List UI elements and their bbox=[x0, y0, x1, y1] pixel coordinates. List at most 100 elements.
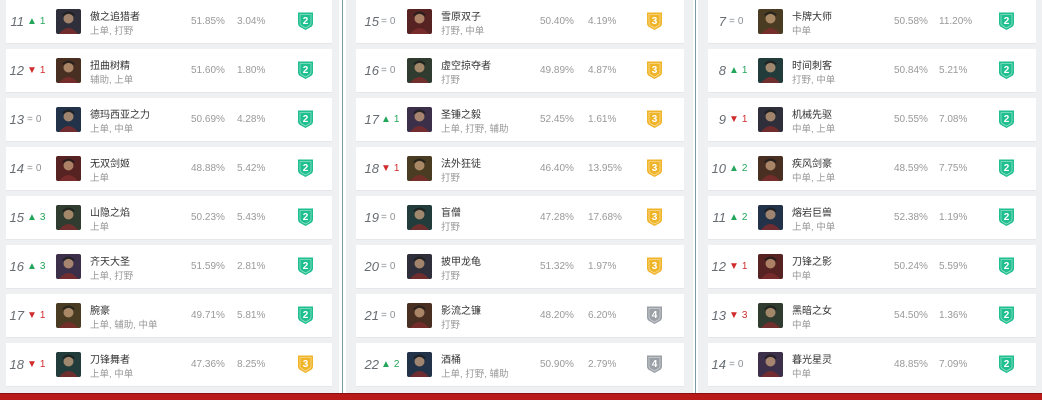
win-rate: 48.20% bbox=[540, 310, 574, 321]
champion-portrait-icon[interactable] bbox=[758, 352, 783, 377]
champion-row[interactable]: 16 ▲ 3 齐天大圣 上单, 打野 51.59% 2.81% 2 bbox=[6, 245, 332, 289]
champion-row[interactable]: 17 ▲ 1 圣锤之毅 上单, 打野, 辅助 52.45% 1.61% 3 bbox=[356, 98, 684, 142]
champion-name[interactable]: 暮光星灵 bbox=[792, 351, 832, 366]
champion-portrait-icon[interactable] bbox=[407, 205, 432, 230]
champion-row[interactable]: 15 = 0 雪原双子 打野, 中单 50.40% 4.19% 3 bbox=[356, 0, 684, 44]
champion-portrait-icon[interactable] bbox=[758, 303, 783, 328]
pick-rate: 5.81% bbox=[237, 310, 266, 321]
champion-portrait-icon[interactable] bbox=[407, 9, 432, 34]
champion-row[interactable]: 11 ▲ 2 熔岩巨兽 上单, 中单 52.38% 1.19% 2 bbox=[708, 196, 1036, 240]
rank-change-indicator: = 0 bbox=[27, 163, 41, 175]
pick-rate: 1.36% bbox=[939, 310, 968, 321]
champion-portrait-icon[interactable] bbox=[758, 205, 783, 230]
champion-portrait-icon[interactable] bbox=[758, 58, 783, 83]
champion-row[interactable]: 22 ▲ 2 酒桶 上单, 打野, 辅助 50.90% 2.79% 4 bbox=[356, 343, 684, 387]
rank-change-indicator: ▼ 1 bbox=[729, 261, 747, 273]
champion-name[interactable]: 法外狂徒 bbox=[441, 155, 481, 170]
champion-row[interactable]: 12 ▼ 1 刀锋之影 中单 50.24% 5.59% 2 bbox=[708, 245, 1036, 289]
champion-portrait-icon[interactable] bbox=[56, 58, 81, 83]
champion-row[interactable]: 16 = 0 虚空掠夺者 打野 49.89% 4.87% 3 bbox=[356, 49, 684, 93]
champion-row[interactable]: 19 = 0 盲僧 打野 47.28% 17.68% 3 bbox=[356, 196, 684, 240]
champion-name[interactable]: 无双剑姬 bbox=[90, 155, 130, 170]
champion-portrait-icon[interactable] bbox=[56, 107, 81, 132]
rank-change-indicator: ▲ 1 bbox=[27, 16, 45, 28]
champion-name[interactable]: 刀锋舞者 bbox=[90, 351, 130, 366]
champion-roles: 上单, 中单 bbox=[90, 124, 134, 135]
rank-change-indicator: = 0 bbox=[381, 212, 395, 224]
champion-row[interactable]: 7 = 0 卡牌大师 中单 50.58% 11.20% 2 bbox=[708, 0, 1036, 44]
svg-text:3: 3 bbox=[303, 359, 309, 370]
rank-number: 17 bbox=[9, 308, 24, 323]
champion-name[interactable]: 机械先驱 bbox=[792, 106, 832, 121]
tier-badge-icon: 2 bbox=[297, 158, 314, 178]
champion-name[interactable]: 酒桶 bbox=[441, 351, 461, 366]
win-rate: 50.23% bbox=[191, 212, 225, 223]
champion-portrait-icon[interactable] bbox=[758, 156, 783, 181]
arrow-down-icon: ▼ bbox=[729, 310, 739, 321]
svg-text:2: 2 bbox=[1004, 114, 1010, 125]
pick-rate: 3.04% bbox=[237, 16, 266, 27]
champion-row[interactable]: 18 ▼ 1 刀锋舞者 上单, 中单 47.36% 8.25% 3 bbox=[6, 343, 332, 387]
champion-portrait-icon[interactable] bbox=[56, 156, 81, 181]
champion-name[interactable]: 影流之镰 bbox=[441, 302, 481, 317]
champion-name[interactable]: 傲之追猎者 bbox=[90, 8, 140, 23]
champion-name[interactable]: 时间刺客 bbox=[792, 57, 832, 72]
champion-name[interactable]: 德玛西亚之力 bbox=[90, 106, 150, 121]
champion-portrait-icon[interactable] bbox=[758, 254, 783, 279]
champion-portrait-icon[interactable] bbox=[758, 107, 783, 132]
champion-row[interactable]: 12 ▼ 1 扭曲树精 辅助, 上单 51.60% 1.80% 2 bbox=[6, 49, 332, 93]
champion-name[interactable]: 圣锤之毅 bbox=[441, 106, 481, 121]
champion-portrait-icon[interactable] bbox=[56, 9, 81, 34]
win-rate: 50.24% bbox=[894, 261, 928, 272]
champion-row[interactable]: 13 = 0 德玛西亚之力 上单, 中单 50.69% 4.28% 2 bbox=[6, 98, 332, 142]
svg-text:3: 3 bbox=[652, 16, 658, 27]
champion-portrait-icon[interactable] bbox=[758, 9, 783, 34]
champion-name[interactable]: 山隐之焰 bbox=[90, 204, 130, 219]
champion-portrait-icon[interactable] bbox=[407, 107, 432, 132]
champion-name[interactable]: 熔岩巨兽 bbox=[792, 204, 832, 219]
champion-name[interactable]: 雪原双子 bbox=[441, 8, 481, 23]
champion-name[interactable]: 腕豪 bbox=[90, 302, 110, 317]
pick-rate: 1.97% bbox=[588, 261, 617, 272]
champion-roles: 打野 bbox=[441, 173, 461, 184]
champion-row[interactable]: 14 = 0 暮光星灵 中单 48.85% 7.09% 2 bbox=[708, 343, 1036, 387]
champion-row[interactable]: 15 ▲ 3 山隐之焰 上单 50.23% 5.43% 2 bbox=[6, 196, 332, 240]
champion-portrait-icon[interactable] bbox=[56, 352, 81, 377]
arrow-up-icon: ▲ bbox=[27, 212, 37, 223]
champion-roles: 中单 bbox=[792, 26, 812, 37]
champion-name[interactable]: 扭曲树精 bbox=[90, 57, 130, 72]
column-divider bbox=[695, 0, 696, 393]
champion-row[interactable]: 18 ▼ 1 法外狂徒 打野 46.40% 13.95% 3 bbox=[356, 147, 684, 191]
rank-number: 7 bbox=[718, 14, 726, 29]
champion-portrait-icon[interactable] bbox=[407, 156, 432, 181]
svg-text:2: 2 bbox=[303, 212, 309, 223]
win-rate: 54.50% bbox=[894, 310, 928, 321]
champion-portrait-icon[interactable] bbox=[407, 254, 432, 279]
champion-portrait-icon[interactable] bbox=[56, 303, 81, 328]
champion-name[interactable]: 齐天大圣 bbox=[90, 253, 130, 268]
champion-name[interactable]: 盲僧 bbox=[441, 204, 461, 219]
champion-row[interactable]: 20 = 0 披甲龙龟 打野 51.32% 1.97% 3 bbox=[356, 245, 684, 289]
champion-row[interactable]: 11 ▲ 1 傲之追猎者 上单, 打野 51.85% 3.04% 2 bbox=[6, 0, 332, 44]
champion-portrait-icon[interactable] bbox=[407, 58, 432, 83]
win-rate: 51.59% bbox=[191, 261, 225, 272]
champion-row[interactable]: 9 ▼ 1 机械先驱 中单, 上单 50.55% 7.08% 2 bbox=[708, 98, 1036, 142]
champion-name[interactable]: 虚空掠夺者 bbox=[441, 57, 491, 72]
champion-portrait-icon[interactable] bbox=[407, 352, 432, 377]
champion-row[interactable]: 13 ▼ 3 黑暗之女 中单 54.50% 1.36% 2 bbox=[708, 294, 1036, 338]
champion-name[interactable]: 披甲龙龟 bbox=[441, 253, 481, 268]
champion-portrait-icon[interactable] bbox=[56, 205, 81, 230]
champion-portrait-icon[interactable] bbox=[56, 254, 81, 279]
champion-name[interactable]: 黑暗之女 bbox=[792, 302, 832, 317]
champion-row[interactable]: 10 ▲ 2 疾风剑豪 中单, 上单 48.59% 7.75% 2 bbox=[708, 147, 1036, 191]
win-rate: 52.45% bbox=[540, 114, 574, 125]
champion-portrait-icon[interactable] bbox=[407, 303, 432, 328]
champion-row[interactable]: 21 = 0 影流之镰 打野 48.20% 6.20% 4 bbox=[356, 294, 684, 338]
champion-row[interactable]: 8 ▲ 1 时间刺客 打野, 中单 50.84% 5.21% 2 bbox=[708, 49, 1036, 93]
champion-name[interactable]: 疾风剑豪 bbox=[792, 155, 832, 170]
champion-row[interactable]: 17 ▼ 1 腕豪 上单, 辅助, 中单 49.71% 5.81% 2 bbox=[6, 294, 332, 338]
champion-name[interactable]: 卡牌大师 bbox=[792, 8, 832, 23]
pick-rate: 7.09% bbox=[939, 359, 968, 370]
champion-row[interactable]: 14 = 0 无双剑姬 上单 48.88% 5.42% 2 bbox=[6, 147, 332, 191]
champion-name[interactable]: 刀锋之影 bbox=[792, 253, 832, 268]
